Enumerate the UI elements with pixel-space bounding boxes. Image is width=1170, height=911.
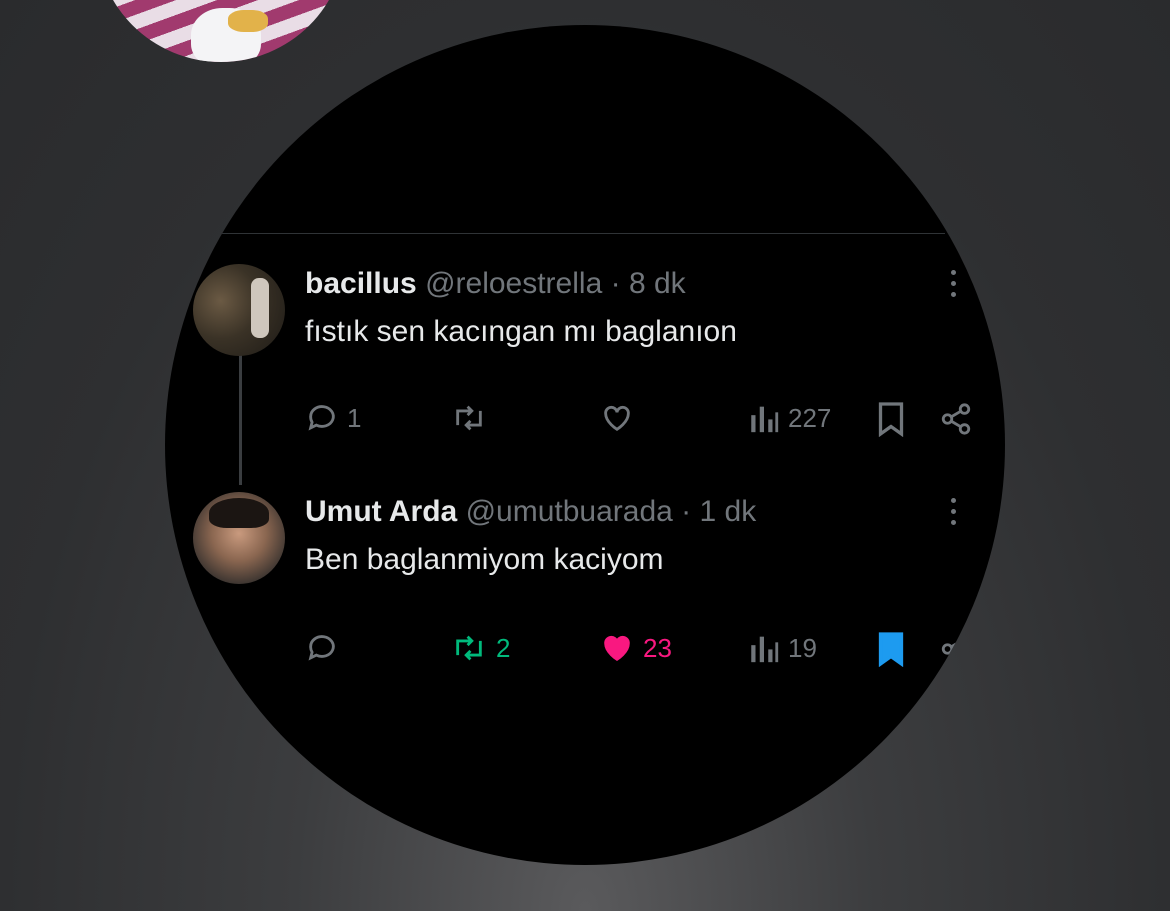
- tweet-2-display-name[interactable]: Umut Arda: [305, 495, 457, 528]
- tweet-2-text: Ben baglanmiyom kaciyom: [305, 543, 664, 576]
- profile-avatar-top[interactable]: [96, 0, 346, 62]
- reply-icon: [308, 405, 335, 431]
- avatar-hair: [209, 498, 269, 528]
- repost-icon: [456, 405, 482, 431]
- tweet-2-reply-button[interactable]: [305, 631, 347, 665]
- timeline-divider: [165, 233, 945, 234]
- tweet-1-reply-button[interactable]: 1: [305, 401, 361, 435]
- tweet-1-like-button[interactable]: [599, 401, 643, 435]
- repost-icon: [456, 635, 482, 661]
- tweet-1-timestamp[interactable]: 8 dk: [629, 267, 686, 300]
- tweet-1-bookmark-button[interactable]: [876, 401, 906, 437]
- tweet-1-text: fıstık sen kacıngan mı baglanıon: [305, 315, 737, 348]
- tweet-1-more-icon[interactable]: [951, 270, 961, 300]
- views-icon: [751, 406, 779, 433]
- thread-connector-line: [239, 355, 242, 485]
- tweet-2-views[interactable]: 19: [748, 631, 817, 665]
- tweet-1-view-count: 227: [788, 402, 832, 433]
- like-icon: [604, 405, 630, 432]
- tweet-2-like-count: 23: [643, 632, 672, 663]
- tweet-2-repost-count: 2: [496, 632, 511, 663]
- bookmark-icon: [878, 402, 904, 437]
- tweet-2-bookmark-button[interactable]: [876, 631, 906, 667]
- tweet-1-share-button[interactable]: [939, 401, 973, 437]
- tweet-1-reply-count: 1: [347, 402, 362, 433]
- tweet-2-handle[interactable]: @umutbuarada: [466, 495, 673, 528]
- tweet-2-view-count: 19: [788, 632, 817, 663]
- tweet-2-timestamp[interactable]: 1 dk: [700, 495, 757, 528]
- tweet-2-share-button[interactable]: [939, 631, 973, 667]
- avatar-figure: [251, 278, 269, 338]
- tweet-2-header: Umut Arda @umutbuarada · 1 dk: [305, 495, 756, 529]
- tweet-2-avatar[interactable]: [193, 492, 285, 584]
- tweet-1-header: bacillus @reloestrella · 8 dk: [305, 267, 686, 301]
- tweet-1-display-name[interactable]: bacillus: [305, 267, 417, 300]
- tweet-1-handle[interactable]: @reloestrella: [425, 267, 602, 300]
- share-icon: [941, 633, 971, 665]
- tweet-2-more-icon[interactable]: [951, 498, 961, 528]
- reply-icon: [308, 635, 335, 661]
- share-icon: [941, 403, 971, 435]
- bookmark-icon: [878, 632, 904, 667]
- avatar-character-bow: [228, 10, 268, 32]
- tweet-1-views[interactable]: 227: [748, 401, 831, 435]
- tweet-2-repost-button[interactable]: 2: [450, 631, 510, 665]
- tweet-1-avatar[interactable]: [193, 264, 285, 356]
- magnified-view: bacillus @reloestrella · 8 dk fıstık sen…: [165, 25, 1005, 865]
- views-icon: [751, 636, 779, 663]
- like-icon: [604, 635, 630, 662]
- tweet-1-separator: ·: [610, 267, 621, 300]
- tweet-1-repost-button[interactable]: [450, 401, 496, 435]
- tweet-2-separator: ·: [681, 495, 692, 528]
- tweet-2-like-button[interactable]: 23: [599, 631, 672, 665]
